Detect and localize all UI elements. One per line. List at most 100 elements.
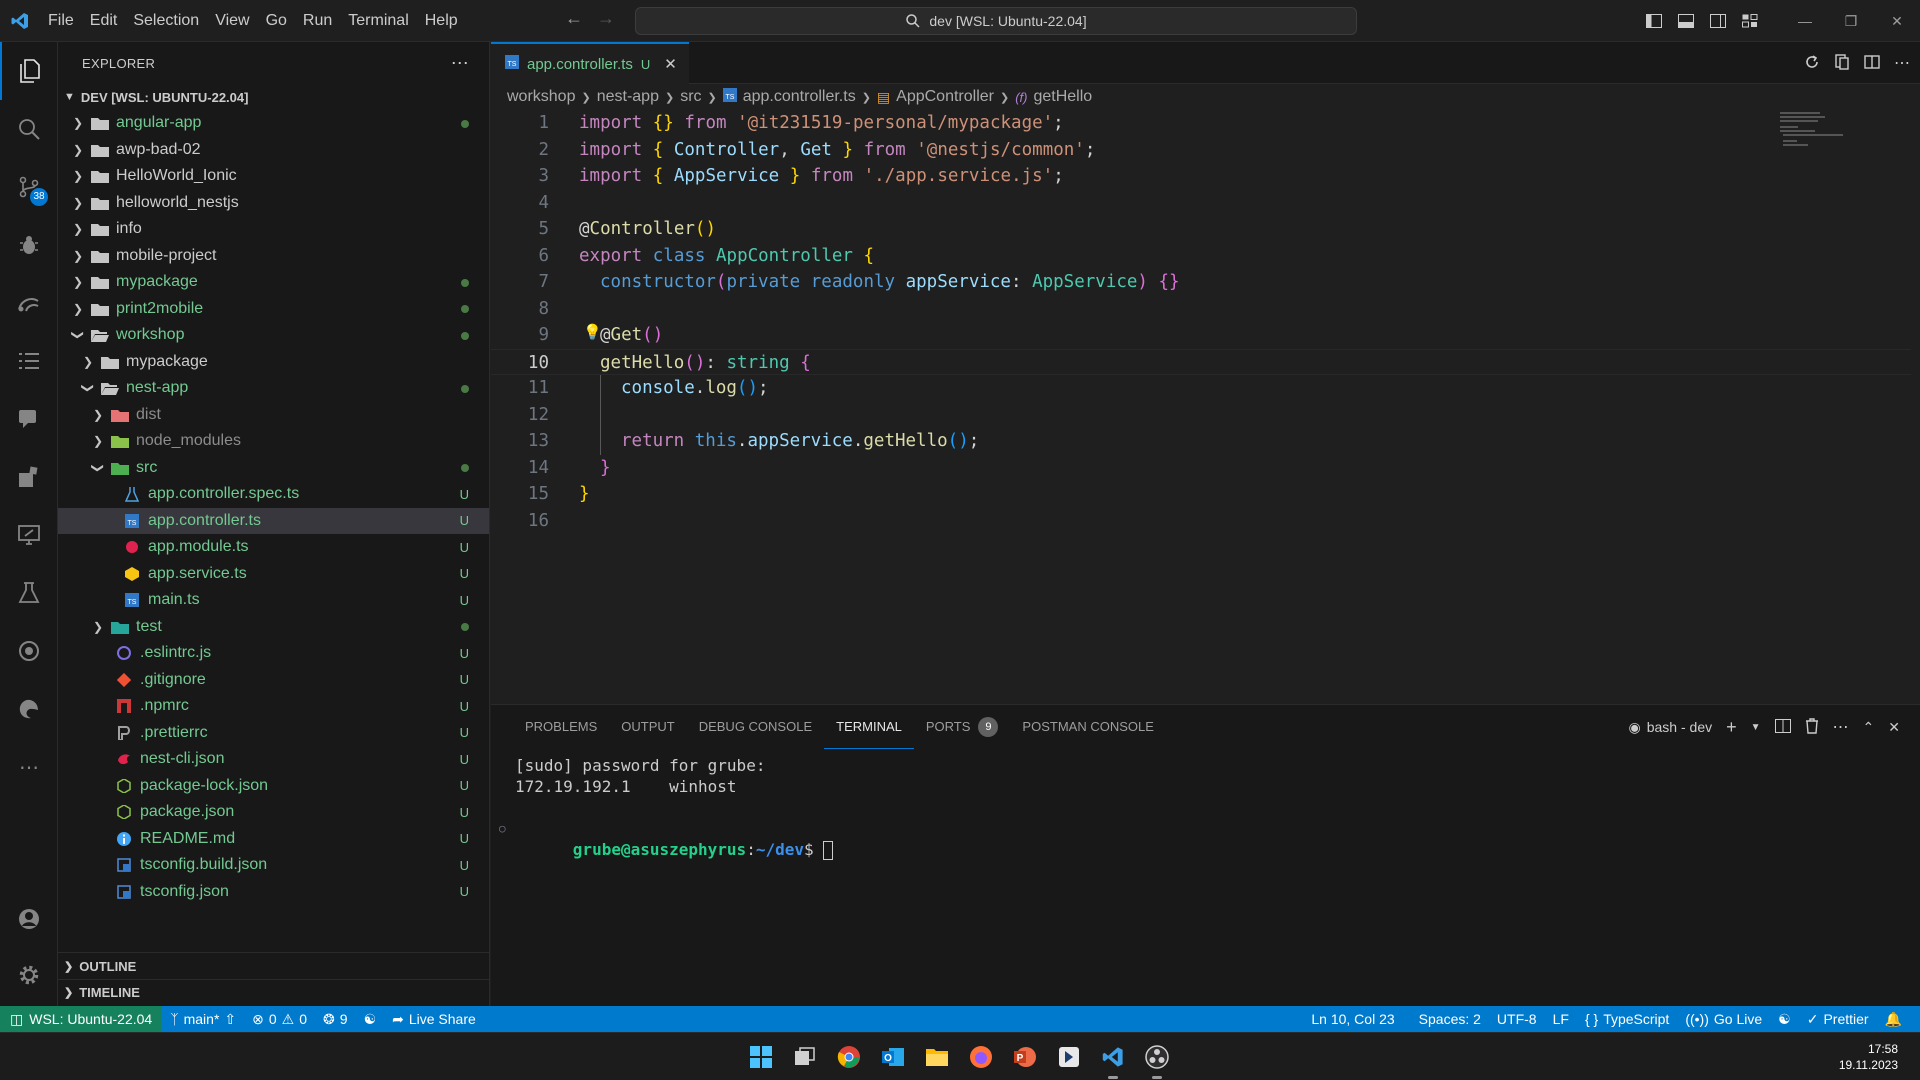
- tree-folder-dist[interactable]: ❯ dist: [58, 402, 489, 429]
- tree-file-npmrc[interactable]: .npmrc U: [58, 693, 489, 720]
- menu-go[interactable]: Go: [258, 0, 295, 42]
- breadcrumb-item[interactable]: src: [680, 88, 701, 106]
- list-icon[interactable]: [0, 332, 58, 390]
- outline-section[interactable]: ❯ OUTLINE: [58, 953, 489, 979]
- tree-file-tsconfig[interactable]: tsconfig.json U: [58, 879, 489, 906]
- split-editor-icon[interactable]: [1864, 54, 1880, 73]
- tree-folder-mypackage[interactable]: ❯ mypackage: [58, 269, 489, 296]
- menu-terminal[interactable]: Terminal: [340, 0, 416, 42]
- tree-file-app-controller[interactable]: TS app.controller.ts U: [58, 507, 489, 534]
- tree-file-app-service[interactable]: app.service.ts U: [58, 561, 489, 588]
- branch-indicator[interactable]: ᛉ main* ⇧: [162, 1006, 244, 1032]
- remote-explorer-icon[interactable]: [0, 274, 58, 332]
- tree-folder-mobile-project[interactable]: ❯ mobile-project: [58, 243, 489, 270]
- cursor-position[interactable]: Ln 10, Col 23: [1303, 1006, 1402, 1032]
- problems-indicator[interactable]: ⊗ 0 ⚠ 0: [244, 1006, 315, 1032]
- menu-view[interactable]: View: [207, 0, 257, 42]
- tree-file-main[interactable]: TS main.ts U: [58, 587, 489, 614]
- more-actions-icon[interactable]: ⋯: [451, 53, 469, 74]
- ports-indicator[interactable]: ❂ 9: [315, 1006, 356, 1032]
- menu-help[interactable]: Help: [417, 0, 466, 42]
- account-icon[interactable]: [0, 890, 58, 948]
- tab-problems[interactable]: PROBLEMS: [513, 705, 609, 749]
- end-of-line[interactable]: LF: [1545, 1006, 1577, 1032]
- source-control-icon[interactable]: 38: [0, 158, 58, 216]
- command-center[interactable]: dev [WSL: Ubuntu-22.04]: [635, 7, 1357, 35]
- tree-folder-awp-bad-02[interactable]: ❯ awp-bad-02: [58, 137, 489, 164]
- notifications-bell[interactable]: 🔔: [1877, 1006, 1910, 1032]
- more-actions-icon[interactable]: ⋯: [1894, 53, 1910, 73]
- toggle-secondary-sidebar-icon[interactable]: [1702, 0, 1734, 42]
- breadcrumb-item[interactable]: app.controller.ts: [743, 88, 856, 106]
- powerpoint-icon[interactable]: P: [1009, 1041, 1041, 1073]
- open-changes-icon[interactable]: [1834, 53, 1850, 73]
- terminal-output[interactable]: [sudo] password for grube: 172.19.192.1 …: [499, 755, 834, 860]
- restore-icon[interactable]: ❐: [1828, 0, 1874, 42]
- minimize-icon[interactable]: —: [1782, 0, 1828, 42]
- live-share-chat-icon[interactable]: [0, 390, 58, 448]
- tree-folder-helloworld-nestjs[interactable]: ❯ helloworld_nestjs: [58, 190, 489, 217]
- edge-devtools-icon[interactable]: [0, 680, 58, 738]
- tree-folder-node-modules[interactable]: ❯ node_modules: [58, 428, 489, 455]
- tree-folder-workshop[interactable]: ❯ workshop: [58, 322, 489, 349]
- tree-file-prettierrc[interactable]: .prettierrc U: [58, 720, 489, 747]
- menu-selection[interactable]: Selection: [125, 0, 207, 42]
- breadcrumb-item[interactable]: AppController: [896, 88, 994, 106]
- tab-debug-console[interactable]: DEBUG CONSOLE: [687, 705, 824, 749]
- refresh-icon[interactable]: [1804, 54, 1820, 73]
- obs-icon[interactable]: [1141, 1041, 1173, 1079]
- tree-file-gitignore[interactable]: .gitignore U: [58, 667, 489, 694]
- go-live[interactable]: ((•)) Go Live: [1677, 1006, 1770, 1032]
- language-mode[interactable]: { } TypeScript: [1577, 1006, 1677, 1032]
- chrome-icon[interactable]: [833, 1041, 865, 1073]
- toggle-panel-icon[interactable]: [1670, 0, 1702, 42]
- tab-ports[interactable]: PORTS 9: [914, 705, 1011, 749]
- tree-folder-src[interactable]: ❯ src: [58, 455, 489, 482]
- menu-file[interactable]: File: [40, 0, 82, 42]
- menu-edit[interactable]: Edit: [82, 0, 126, 42]
- remote-desktop-icon[interactable]: [0, 506, 58, 564]
- tree-file-package-lock[interactable]: package-lock.json U: [58, 773, 489, 800]
- chevron-down-icon[interactable]: ▼: [1751, 722, 1761, 733]
- remote-indicator[interactable]: ◫ WSL: Ubuntu-22.04: [0, 1006, 163, 1032]
- run-debug-icon[interactable]: [0, 216, 58, 274]
- vscode-taskbar-icon[interactable]: [1097, 1041, 1129, 1079]
- tree-folder-info[interactable]: ❯ info: [58, 216, 489, 243]
- tree-folder-workshop-mypackage[interactable]: ❯ mypackage: [58, 349, 489, 376]
- tab-app-controller[interactable]: TS app.controller.ts U ✕: [491, 42, 689, 84]
- tab-postman-console[interactable]: POSTMAN CONSOLE: [1010, 705, 1165, 749]
- tree-file-tsconfig-build[interactable]: tsconfig.build.json U: [58, 852, 489, 879]
- tab-terminal[interactable]: TERMINAL: [824, 705, 914, 749]
- tree-folder-helloworld-ionic[interactable]: ❯ HelloWorld_Ionic: [58, 163, 489, 190]
- tree-file-nest-cli[interactable]: nest-cli.json U: [58, 746, 489, 773]
- lightbulb-icon[interactable]: 💡: [583, 319, 602, 346]
- search-icon[interactable]: [0, 100, 58, 158]
- gitlens-icon[interactable]: [0, 622, 58, 680]
- code-editor[interactable]: 1 import {} from '@it231519-personal/mypa…: [491, 110, 1920, 704]
- tree-file-readme[interactable]: README.md U: [58, 826, 489, 853]
- breadcrumb-item[interactable]: nest-app: [597, 88, 659, 106]
- menu-run[interactable]: Run: [295, 0, 340, 42]
- firefox-icon[interactable]: [965, 1041, 997, 1073]
- tree-file-eslintrc[interactable]: .eslintrc.js U: [58, 640, 489, 667]
- prettier-status[interactable]: ✓ Prettier: [1799, 1006, 1877, 1032]
- encoding[interactable]: UTF-8: [1489, 1006, 1545, 1032]
- breadcrumb-item[interactable]: workshop: [507, 88, 575, 106]
- tab-output[interactable]: OUTPUT: [609, 705, 686, 749]
- task-view-icon[interactable]: [789, 1041, 821, 1073]
- copilot-status[interactable]: ☯: [1770, 1006, 1799, 1032]
- close-window-icon[interactable]: ✕: [1874, 0, 1920, 42]
- tree-folder-print2mobile[interactable]: ❯ print2mobile: [58, 296, 489, 323]
- tree-file-app-module[interactable]: app.module.ts U: [58, 534, 489, 561]
- trash-icon[interactable]: [1805, 717, 1819, 737]
- forward-arrow-icon[interactable]: →: [597, 8, 615, 29]
- system-clock[interactable]: 17:58 19.11.2023: [1839, 1041, 1898, 1073]
- indentation[interactable]: Spaces: 2: [1411, 1006, 1489, 1032]
- maximize-panel-icon[interactable]: ⌃: [1863, 719, 1875, 736]
- explorer-icon[interactable]: [0, 42, 58, 100]
- testing-icon[interactable]: [0, 564, 58, 622]
- windows-start-icon[interactable]: [745, 1041, 777, 1073]
- new-terminal-icon[interactable]: +: [1726, 717, 1737, 738]
- tree-folder-test[interactable]: ❯ test: [58, 614, 489, 641]
- timeline-section[interactable]: ❯ TIMELINE: [58, 979, 489, 1005]
